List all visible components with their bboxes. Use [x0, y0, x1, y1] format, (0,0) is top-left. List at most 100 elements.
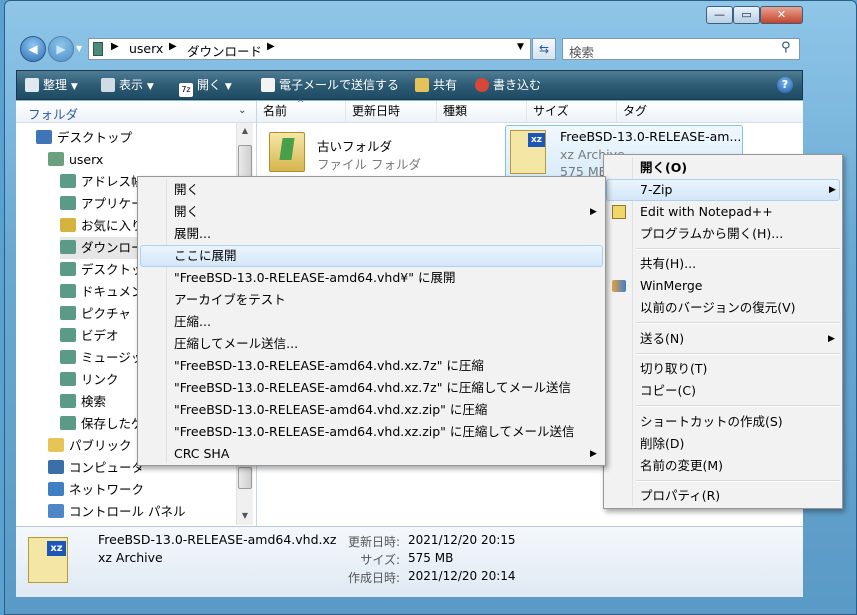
details-type: xz Archive — [98, 550, 163, 565]
refresh-button[interactable]: ⇆ — [532, 38, 556, 60]
menu-item-properties[interactable]: プロパティ(R) — [606, 485, 840, 507]
details-created-label: 作成日時: — [347, 571, 400, 585]
sidebar-item[interactable]: userx — [48, 149, 103, 171]
organize-button[interactable]: 整理 ▼ — [25, 71, 78, 99]
breadcrumb-userx[interactable]: userx — [129, 41, 163, 56]
submenu-item[interactable]: "FreeBSD-13.0-RELEASE-amd64.vhd.xz.7z" に… — [140, 377, 603, 399]
minimize-button[interactable]: — — [706, 6, 733, 24]
menu-item-restore-previous[interactable]: 以前のバージョンの復元(V) — [606, 297, 840, 319]
sidebar-item[interactable]: ビデオ — [60, 325, 119, 347]
submenu-item[interactable]: ここに展開 — [140, 245, 603, 267]
burn-button[interactable]: 書き込む — [475, 71, 541, 99]
address-bar[interactable]: ▶ userx ▶ ダウンロード ▶ ▼ — [88, 38, 531, 60]
file-item-folder[interactable]: 古いフォルダ ファイル フォルダ — [265, 128, 465, 176]
open-button[interactable]: 7z 開く ▼ — [179, 71, 232, 99]
menu-item-send-to[interactable]: 送る(N) ▶ — [606, 328, 840, 350]
menu-item-delete[interactable]: 削除(D) — [606, 433, 840, 455]
submenu-item[interactable]: 展開... — [140, 223, 603, 245]
submenu-item-label: "FreeBSD-13.0-RELEASE-amd64.vhd.xz.7z" に… — [174, 380, 572, 395]
back-button[interactable]: ◀ — [20, 36, 46, 62]
menu-item-create-shortcut[interactable]: ショートカットの作成(S) — [606, 411, 840, 433]
sidebar-item[interactable]: パブリック — [48, 435, 132, 457]
sidebar-item-label: ビデオ — [81, 328, 119, 343]
folder-icon — [60, 196, 76, 210]
sidebar-item[interactable]: ミュージッ — [60, 347, 143, 369]
sidebar-item[interactable]: お気に入り — [60, 215, 144, 237]
menu-item-winmerge[interactable]: WinMerge — [606, 275, 840, 297]
close-button[interactable]: ✕ — [760, 6, 803, 24]
folder-icon — [60, 284, 76, 298]
forward-button[interactable]: ▶ — [48, 36, 74, 62]
sidebar-item-label: ピクチャ — [81, 306, 131, 321]
menu-item-rename[interactable]: 名前の変更(M) — [606, 455, 840, 477]
menu-item-share[interactable]: 共有(H)... — [606, 253, 840, 275]
address-dropdown-icon[interactable]: ▼ — [517, 42, 524, 52]
submenu-item-label: ここに展開 — [174, 248, 237, 263]
submenu-item[interactable]: CRC SHA ▶ — [140, 443, 603, 465]
menu-item-cut[interactable]: 切り取り(T) — [606, 358, 840, 380]
sidebar-item[interactable]: 保存したゲ — [60, 413, 144, 435]
sidebar-item[interactable]: コントロール パネル — [48, 501, 185, 523]
xz-badge: xz — [528, 133, 545, 147]
xz-archive-icon: xz — [28, 537, 68, 583]
file-type: ファイル フォルダ — [317, 157, 421, 172]
search-box[interactable]: 検索 ⚲ — [562, 38, 800, 60]
view-button[interactable]: 表示 ▼ — [101, 71, 154, 99]
submenu-item-label: 開く — [174, 182, 200, 197]
sidebar-item[interactable]: アドレス帳 — [60, 171, 144, 193]
column-header-tags[interactable]: タグ — [617, 101, 737, 122]
folder-icon — [60, 262, 76, 276]
menu-item-edit-with-notepad[interactable]: Edit with Notepad++ — [606, 201, 840, 223]
maximize-button[interactable]: ▭ — [733, 6, 760, 24]
breadcrumb-downloads[interactable]: ダウンロード — [187, 41, 262, 60]
submenu-item[interactable]: 圧縮してメール送信... — [140, 333, 603, 355]
sidebar-item[interactable]: デスクトップ — [36, 127, 132, 149]
menu-item-open-with[interactable]: プログラムから開く(H)... — [606, 223, 840, 245]
submenu-item[interactable]: "FreeBSD-13.0-RELEASE-amd64.vhd.xz.7z" に… — [140, 355, 603, 377]
sidebar-item[interactable]: ピクチャ — [60, 303, 131, 325]
submenu-item[interactable]: "FreeBSD-13.0-RELEASE-amd64.vhd.xz.zip" … — [140, 421, 603, 443]
column-header-size[interactable]: サイズ — [527, 101, 617, 122]
sidebar-item[interactable]: ネットワーク — [48, 479, 144, 501]
submenu-item-label: 圧縮してメール送信... — [174, 336, 299, 351]
search-icon[interactable]: ⚲ — [781, 40, 791, 55]
7zip-icon: 7z — [179, 83, 193, 97]
network-icon — [48, 482, 64, 496]
submenu-item[interactable]: "FreeBSD-13.0-RELEASE-amd64.vhd.xz.zip" … — [140, 399, 603, 421]
folder-icon — [93, 42, 103, 56]
sidebar-item[interactable]: リンク — [60, 369, 119, 391]
sidebar-item[interactable]: コンピュータ — [48, 457, 144, 479]
menu-item-copy[interactable]: コピー(C) — [606, 380, 840, 402]
desktop-icon — [36, 130, 52, 144]
sidebar-item-label: ダウンロー — [81, 240, 144, 255]
email-button[interactable]: 電子メールで送信する — [261, 71, 399, 99]
submenu-item[interactable]: 開く — [140, 179, 603, 201]
submenu-item[interactable]: "FreeBSD-13.0-RELEASE-amd64.vhd¥" に展開 — [140, 267, 603, 289]
share-button[interactable]: 共有 — [415, 71, 457, 99]
organize-label: 整理 — [43, 78, 68, 92]
sidebar-item[interactable]: デスクトッ — [60, 259, 144, 281]
menu-item-open[interactable]: 開く(O) — [606, 157, 840, 179]
scroll-up-icon[interactable]: ▲ — [237, 123, 253, 139]
sidebar-item-label: パブリック — [69, 438, 132, 453]
submenu-arrow-icon: ▶ — [829, 185, 836, 195]
submenu-item[interactable]: 圧縮... — [140, 311, 603, 333]
scrollbar-thumb[interactable] — [238, 467, 252, 489]
recent-pages-dropdown[interactable]: ▼ — [76, 44, 82, 53]
submenu-item[interactable]: アーカイブをテスト — [140, 289, 603, 311]
column-header-type[interactable]: 種類 — [437, 101, 527, 122]
column-header-modified[interactable]: 更新日時 — [346, 101, 437, 122]
burn-disc-icon — [475, 78, 489, 92]
scroll-down-icon[interactable]: ▼ — [237, 508, 253, 524]
search-input[interactable]: 検索 — [569, 42, 594, 61]
details-modified-label: 更新日時: — [347, 535, 400, 549]
sidebar-item[interactable]: アプリケー — [60, 193, 144, 215]
organize-icon — [25, 78, 39, 92]
help-icon[interactable]: ? — [777, 77, 793, 93]
folders-header[interactable]: フォルダ ⌄ — [16, 101, 256, 123]
sidebar-item[interactable]: ドキュメン — [60, 281, 144, 303]
submenu-item[interactable]: 開く ▶ — [140, 201, 603, 223]
submenu-item-label: CRC SHA — [174, 446, 230, 461]
menu-item-7zip[interactable]: 7-Zip ▶ — [606, 179, 840, 201]
sidebar-item[interactable]: 検索 — [60, 391, 106, 413]
